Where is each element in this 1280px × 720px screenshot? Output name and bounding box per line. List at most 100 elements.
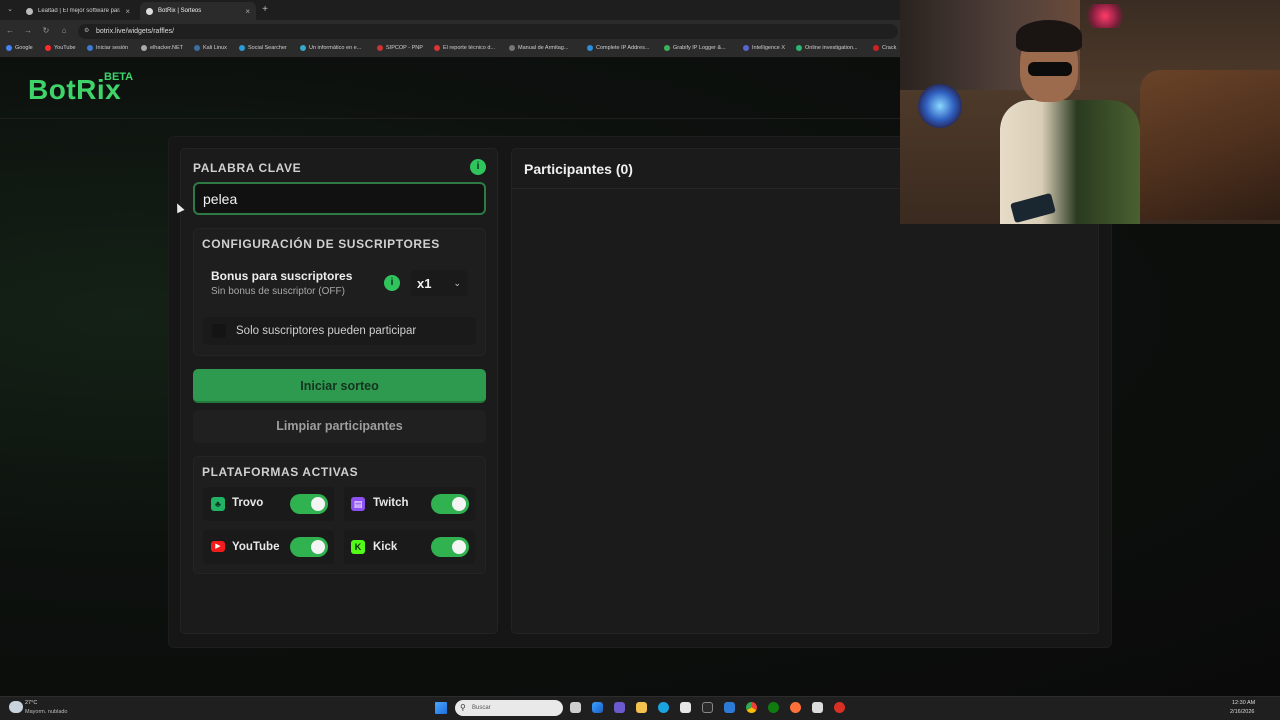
site-favicon-icon bbox=[146, 7, 153, 15]
bookmark-item[interactable]: Kali Linux bbox=[194, 45, 227, 51]
clear-participants-button[interactable]: Limpiar participantes bbox=[193, 410, 486, 443]
chrome-icon[interactable] bbox=[746, 702, 757, 713]
bookmark-item[interactable]: Google bbox=[6, 45, 33, 51]
keyword-info-icon[interactable]: i bbox=[470, 159, 486, 175]
platform-label-youtube: YouTube bbox=[232, 541, 280, 553]
report-icon bbox=[434, 45, 440, 51]
search-icon: ⚲ bbox=[460, 703, 466, 712]
only-subscribers-checkbox[interactable] bbox=[212, 324, 226, 338]
toggle-knob bbox=[311, 540, 325, 554]
weather-temperature[interactable]: 27°C bbox=[25, 700, 37, 706]
bookmark-item[interactable]: Manual de Armitag... bbox=[509, 45, 568, 51]
google-icon bbox=[6, 45, 12, 51]
grabify-icon bbox=[664, 45, 670, 51]
forward-icon[interactable]: → bbox=[22, 25, 34, 37]
youtube-icon: ▶ bbox=[211, 541, 225, 552]
webcam-person-glasses bbox=[1028, 62, 1072, 76]
store-icon[interactable] bbox=[680, 702, 691, 713]
webcam-lights bbox=[1085, 4, 1125, 28]
xbox-icon[interactable] bbox=[768, 702, 779, 713]
firefox-icon[interactable] bbox=[790, 702, 801, 713]
login-icon bbox=[87, 45, 93, 51]
chevron-down-icon: ⌄ bbox=[453, 277, 461, 288]
youtube-toggle[interactable] bbox=[290, 537, 328, 557]
file-explorer-icon[interactable] bbox=[636, 702, 647, 713]
platform-label-kick: Kick bbox=[373, 541, 398, 553]
bookmark-item[interactable]: elhacker.NET bbox=[141, 45, 183, 51]
twitch-toggle[interactable] bbox=[431, 494, 469, 514]
url-field[interactable]: botrix.live/widgets/raffles/ bbox=[78, 24, 898, 39]
sipcop-icon bbox=[377, 45, 383, 51]
windows-start-icon[interactable] bbox=[435, 702, 447, 714]
copilot-icon[interactable] bbox=[592, 702, 603, 713]
intelligence-x-icon bbox=[743, 45, 749, 51]
bookmark-item[interactable]: Crack bbox=[873, 45, 896, 51]
keyword-label: PALABRA CLAVE bbox=[193, 161, 302, 175]
cloudy-weather-icon[interactable] bbox=[9, 701, 23, 713]
elhacker-icon bbox=[141, 45, 147, 51]
home-icon[interactable]: ⌂ bbox=[58, 25, 70, 37]
kick-icon: K bbox=[351, 540, 365, 554]
armitage-icon bbox=[509, 45, 515, 51]
taskbar-search[interactable]: Buscar bbox=[455, 700, 563, 716]
start-raffle-button[interactable]: Iniciar sorteo bbox=[193, 369, 486, 403]
tab-lealtad[interactable]: Lealtad | El mejor software para... × bbox=[20, 2, 136, 20]
bonus-status: Sin bonus de suscriptor (OFF) bbox=[211, 286, 345, 297]
blog-icon bbox=[300, 45, 306, 51]
keyword-input[interactable] bbox=[193, 182, 486, 215]
only-subscribers-label[interactable]: Solo suscriptores pueden participar bbox=[236, 325, 416, 337]
close-tab-icon[interactable]: × bbox=[245, 7, 250, 16]
platforms-title: PLATAFORMAS ACTIVAS bbox=[202, 465, 359, 479]
twitch-icon: ▤ bbox=[351, 497, 365, 511]
tab-list-icon[interactable]: ⌄ bbox=[4, 4, 16, 16]
site-favicon-icon bbox=[26, 7, 33, 15]
vs-code-icon[interactable] bbox=[724, 702, 735, 713]
webcam-person-hair bbox=[1016, 20, 1082, 52]
subscriber-settings-title: CONFIGURACIÓN DE SUSCRIPTORES bbox=[202, 237, 440, 251]
new-tab-icon[interactable]: + bbox=[259, 3, 271, 17]
site-info-icon[interactable]: ⚙ bbox=[84, 27, 92, 35]
participants-title: Participantes (0) bbox=[524, 161, 633, 177]
bookmark-item[interactable]: Un informático en e... bbox=[300, 45, 361, 51]
crack-icon bbox=[873, 45, 879, 51]
bookmark-item[interactable]: Grabify IP Logger &... bbox=[664, 45, 726, 51]
task-view-icon[interactable] bbox=[570, 702, 581, 713]
kali-icon bbox=[194, 45, 200, 51]
toggle-knob bbox=[452, 497, 466, 511]
toggle-knob bbox=[452, 540, 466, 554]
obs-icon[interactable] bbox=[834, 702, 845, 713]
bookmark-item[interactable]: Intelligence X bbox=[743, 45, 785, 51]
youtube-icon bbox=[45, 45, 51, 51]
social-searcher-icon bbox=[239, 45, 245, 51]
trovo-toggle[interactable] bbox=[290, 494, 328, 514]
webcam-poster bbox=[918, 84, 962, 128]
bonus-multiplier-value: x1 bbox=[417, 275, 432, 291]
back-icon[interactable]: ← bbox=[4, 25, 16, 37]
webcam-sofa bbox=[1140, 70, 1280, 220]
online-investigation-icon bbox=[796, 45, 802, 51]
clock-date[interactable]: 2/16/2026 bbox=[1230, 709, 1254, 715]
bonus-info-icon[interactable]: i bbox=[384, 275, 400, 291]
close-tab-icon[interactable]: × bbox=[125, 7, 130, 16]
bonus-multiplier-select[interactable]: x1 ⌄ bbox=[411, 270, 467, 296]
reload-icon[interactable]: ↻ bbox=[40, 25, 52, 37]
bookmark-item[interactable]: Iniciar sesión bbox=[87, 45, 128, 51]
weather-description[interactable]: Mayorm. nublado bbox=[25, 709, 68, 715]
toggle-knob bbox=[311, 497, 325, 511]
bookmark-item[interactable]: Online investigation... bbox=[796, 45, 858, 51]
bookmark-item[interactable]: Social Searcher bbox=[239, 45, 287, 51]
steam-icon[interactable] bbox=[702, 702, 713, 713]
tab-title: BotRix | Sorteos bbox=[158, 8, 202, 14]
clock-time[interactable]: 12:30 AM bbox=[1232, 700, 1255, 706]
app-icon[interactable] bbox=[812, 702, 823, 713]
teams-icon[interactable] bbox=[614, 702, 625, 713]
bookmark-item[interactable]: YouTube bbox=[45, 45, 76, 51]
kick-toggle[interactable] bbox=[431, 537, 469, 557]
bookmark-item[interactable]: SIPCOP - PNP bbox=[377, 45, 423, 51]
edge-icon[interactable] bbox=[658, 702, 669, 713]
platform-label-twitch: Twitch bbox=[373, 497, 409, 509]
trovo-icon: ♣ bbox=[211, 497, 225, 511]
bookmark-item[interactable]: El reporte técnico d... bbox=[434, 45, 495, 51]
tab-botrix[interactable]: BotRix | Sorteos × bbox=[140, 2, 256, 20]
bookmark-item[interactable]: Complete IP Addres... bbox=[587, 45, 649, 51]
